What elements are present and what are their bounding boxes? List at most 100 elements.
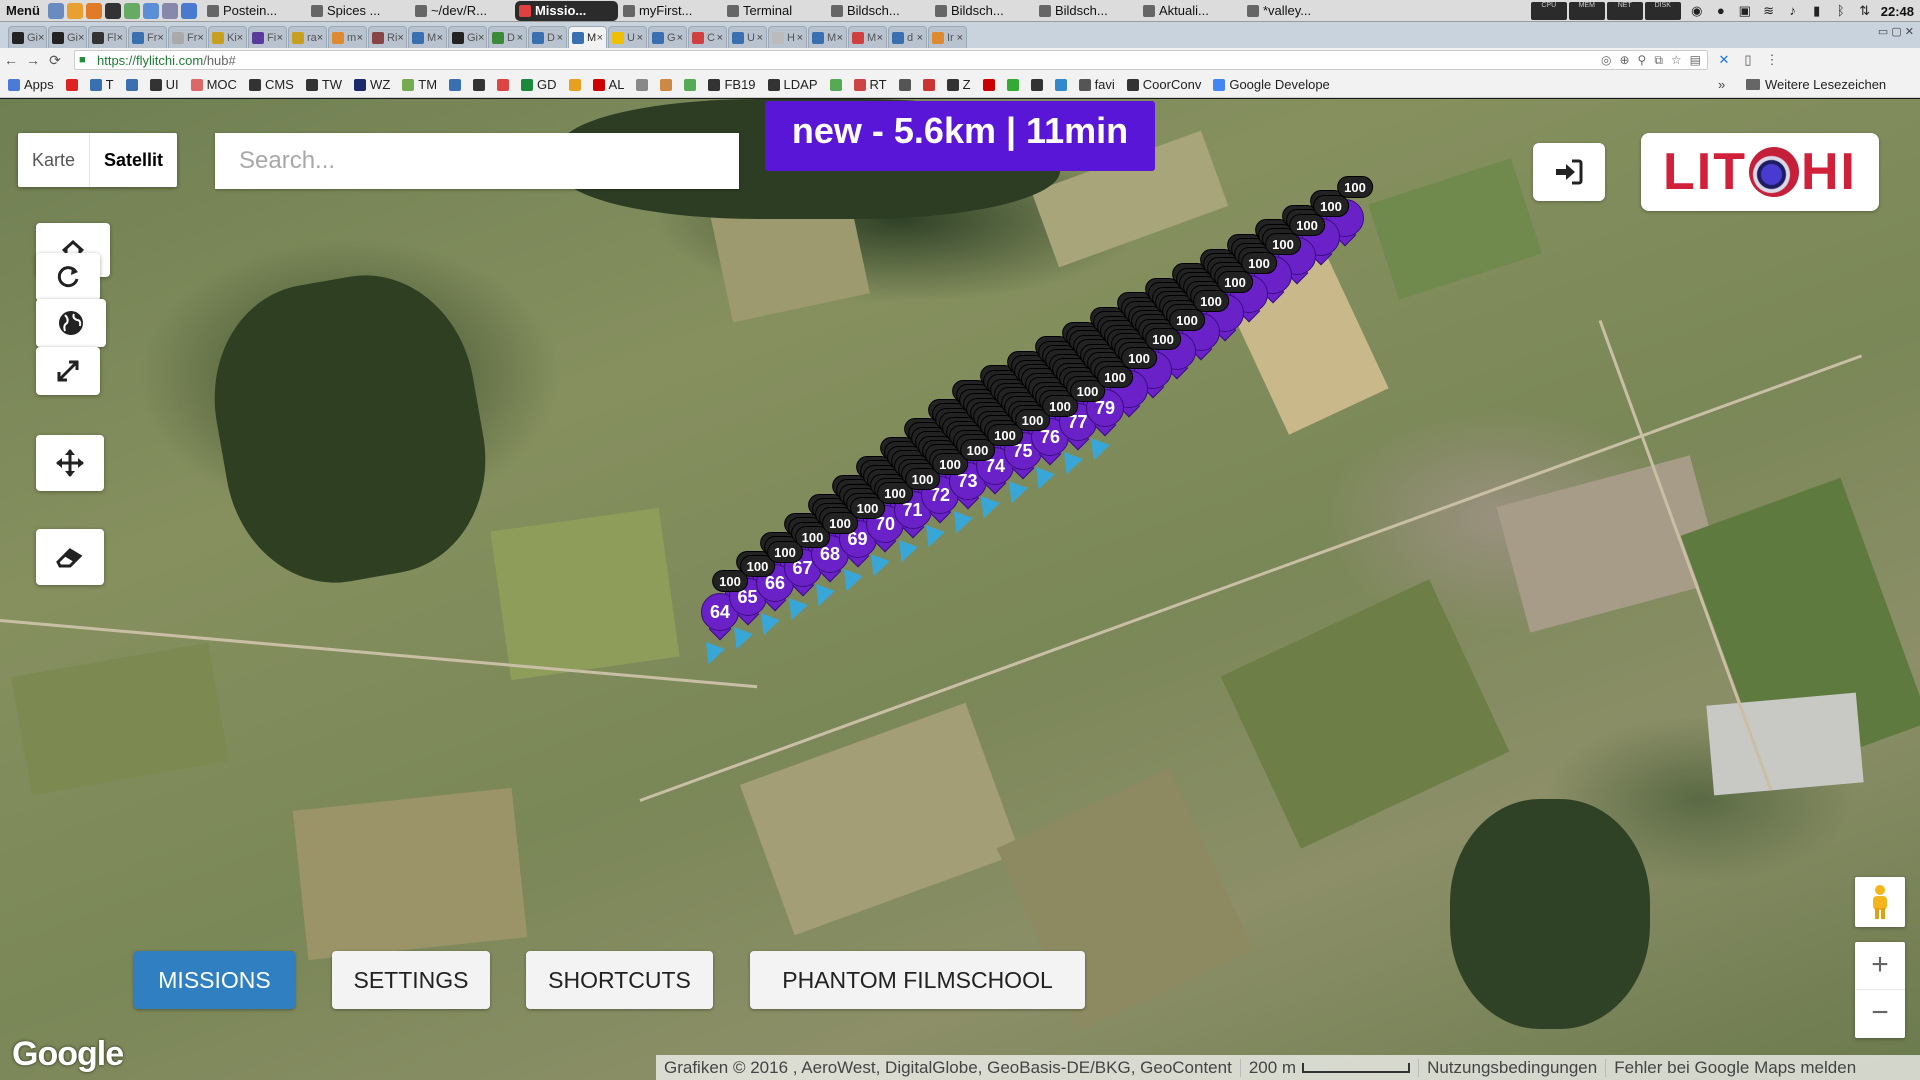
bookmark-item[interactable]: T [89,77,114,92]
browser-tab[interactable]: Ir × [928,26,967,48]
phantom-filmschool-button[interactable]: PHANTOM FILMSCHOOL [750,951,1085,1009]
zoom-in-button[interactable]: + [1855,942,1905,990]
browser-tab[interactable]: Ki × [208,26,247,48]
tab-close-icon[interactable]: × [397,32,403,44]
tab-close-icon[interactable]: × [38,32,44,44]
taskbar-item[interactable]: Missio... [514,0,618,21]
window-controls[interactable]: ▭ ▢ ✕ [1878,25,1914,38]
bookmark-item[interactable] [684,77,697,92]
bookmark-item[interactable] [65,77,78,92]
user-icon[interactable]: ● [1713,3,1729,19]
taskbar-item[interactable]: Bildsch... [827,1,930,21]
move-mission-button[interactable] [36,435,104,491]
bookmark-item[interactable]: favi [1078,77,1115,92]
tab-close-icon[interactable]: × [637,32,643,44]
tab-close-icon[interactable]: × [237,32,243,44]
tab-close-icon[interactable]: × [557,32,563,44]
browser-tab[interactable]: M × [808,26,847,48]
browser-tab[interactable]: Gi × [8,26,47,48]
other-bookmarks-folder[interactable]: Weitere Lesezeichen [1746,77,1886,92]
browser-tab[interactable]: U × [608,26,647,48]
editor-icon[interactable] [123,2,140,19]
browser-tab[interactable]: M × [848,26,887,48]
bookmark-item[interactable]: Apps [8,77,54,92]
system-monitor-graph[interactable]: DISK [1644,2,1681,20]
extension-doc-icon[interactable]: ▯ [1740,52,1756,68]
system-monitor-graph[interactable]: MEM [1568,2,1605,20]
map-scale-label[interactable]: 200 m [1249,1058,1296,1078]
browser-tab[interactable]: U × [728,26,767,48]
translate-icon[interactable]: ⧉ [1654,53,1663,68]
login-button[interactable] [1533,143,1605,201]
clear-mission-button[interactable] [36,529,104,585]
location-icon[interactable]: ◎ [1601,53,1611,68]
bookmark-item[interactable] [449,77,462,92]
tab-close-icon[interactable]: × [597,32,603,44]
camera-icon[interactable]: ◉ [1689,3,1705,19]
volume-icon[interactable]: ♪ [1785,3,1801,19]
extension-icon[interactable]: ▤ [1690,53,1701,68]
system-monitor-graph[interactable]: NET [1606,2,1643,20]
missions-button[interactable]: MISSIONS [134,951,295,1009]
browser-tab[interactable]: M × [568,26,607,48]
tab-close-icon[interactable]: × [277,32,283,44]
bookmark-item[interactable]: TM [402,77,437,92]
terms-link[interactable]: Nutzungsbedingungen [1427,1058,1597,1078]
tab-close-icon[interactable]: × [877,32,883,44]
tab-close-icon[interactable]: × [78,32,84,44]
tab-close-icon[interactable]: × [797,32,803,44]
browser-tab[interactable]: Fl × [88,26,127,48]
browser-tab[interactable]: M × [408,26,447,48]
system-monitor-graph[interactable]: CPU [1530,2,1567,20]
firefox-icon[interactable] [85,2,102,19]
zoom-icon[interactable]: ⊕ [1619,53,1629,68]
bookmark-item[interactable]: AL [592,77,624,92]
search-input[interactable] [215,133,739,189]
update-icon[interactable]: ▣ [1737,3,1753,19]
browser-tab[interactable]: Fi × [248,26,287,48]
bookmark-item[interactable]: Google Develope [1213,77,1330,92]
bookmark-item[interactable] [125,77,138,92]
reload-map-button[interactable] [36,253,100,301]
bookmark-item[interactable]: MOC [190,77,237,92]
bookmark-item[interactable]: CMS [248,77,294,92]
reload-button[interactable]: ⟳ [44,52,66,69]
browser-tab[interactable]: m × [328,26,367,48]
tab-close-icon[interactable]: × [757,32,763,44]
browser-tab[interactable]: Gi × [448,26,487,48]
browser-tab[interactable]: d × [888,26,927,48]
bookmark-item[interactable]: Z [946,77,971,92]
lock-icon[interactable]: ■ [79,54,91,66]
bookmark-item[interactable]: LDAP [767,77,818,92]
tab-close-icon[interactable]: × [517,32,523,44]
tab-close-icon[interactable]: × [717,32,723,44]
tab-close-icon[interactable]: × [437,32,443,44]
bookmark-item[interactable] [660,77,673,92]
map-type-map-button[interactable]: Karte [18,133,91,187]
bookmark-item[interactable]: TW [305,77,342,92]
map-type-satellite-button[interactable]: Satellit [90,133,177,187]
browser-tab[interactable]: G × [648,26,687,48]
zoom-out-button[interactable]: − [1855,990,1905,1038]
tab-close-icon[interactable]: × [157,32,163,44]
bookmark-item[interactable]: RT [853,77,887,92]
browser-tab[interactable]: Gi × [48,26,87,48]
bookmark-item[interactable] [473,77,486,92]
shortcuts-button[interactable]: SHORTCUTS [526,951,713,1009]
fullscreen-button[interactable] [36,347,100,395]
back-button[interactable]: ← [0,52,22,68]
taskbar-item[interactable]: Aktuali... [1139,1,1242,21]
browser-tab[interactable]: Ri × [368,26,407,48]
tab-close-icon[interactable]: × [317,32,323,44]
tab-close-icon[interactable]: × [677,32,683,44]
bookmark-item[interactable] [922,77,935,92]
browser-tab[interactable]: D × [488,26,527,48]
bookmark-item[interactable]: FB19 [708,77,756,92]
browser-tab[interactable]: C × [688,26,727,48]
network-icon[interactable]: ⇅ [1857,3,1873,19]
bookmark-star-icon[interactable]: ☆ [1671,53,1682,68]
bluetooth-icon[interactable]: ᛒ [1833,3,1849,19]
bookmark-item[interactable] [982,77,995,92]
taskbar-item[interactable]: ~/dev/R... [411,1,514,21]
street-view-pegman[interactable] [1855,877,1905,927]
